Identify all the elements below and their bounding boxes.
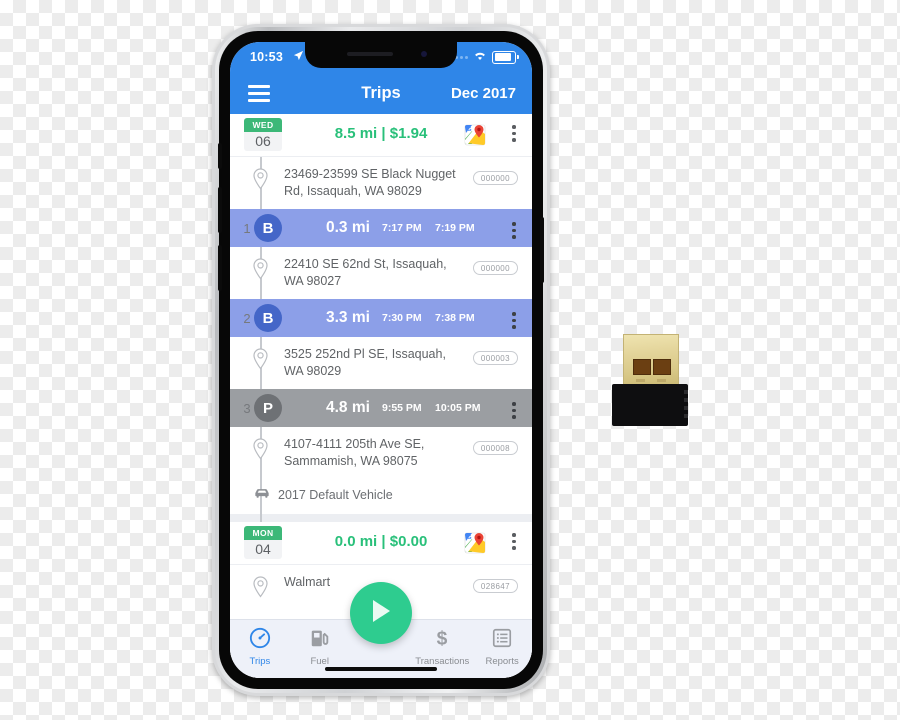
address-text: 22410 SE 62nd St, Issaquah, WA 98027 <box>284 257 447 288</box>
trip-type-badge[interactable]: B <box>254 304 282 332</box>
home-indicator[interactable] <box>325 667 437 671</box>
address-text: 23469-23599 SE Black Nugget Rd, Issaquah… <box>284 167 456 198</box>
trip-row[interactable]: 3 P 4.8 mi 9:55 PM 10:05 PM <box>230 389 532 427</box>
play-icon <box>368 597 394 630</box>
day-kebab-menu-icon[interactable] <box>512 125 516 142</box>
trip-kebab-menu-icon[interactable] <box>512 312 516 329</box>
silent-switch[interactable] <box>218 143 222 169</box>
trip-distance: 0.3 mi <box>326 219 370 236</box>
tab-fuel[interactable]: Fuel <box>290 620 350 667</box>
trip-end-time: 7:19 PM <box>435 222 475 234</box>
address-row-stop-2[interactable]: 3525 252nd Pl SE, Issaquah, WA 98029 000… <box>230 337 532 389</box>
location-pin-icon <box>252 168 269 190</box>
odometer-pill: 028647 <box>472 579 518 593</box>
usb-dongle <box>612 334 688 426</box>
start-trip-fab[interactable] <box>350 582 412 644</box>
car-icon <box>254 486 270 504</box>
front-camera-icon <box>421 51 427 57</box>
address-text: 3525 252nd Pl SE, Issaquah, WA 98029 <box>284 347 446 378</box>
vehicle-row[interactable]: 2017 Default Vehicle <box>230 479 532 514</box>
usb-contact-slot-left <box>633 359 651 375</box>
tab-trips[interactable]: Trips <box>230 620 290 667</box>
odometer-pill: 000000 <box>472 261 518 275</box>
svg-text:G: G <box>467 127 471 133</box>
svg-text:$: $ <box>437 628 448 649</box>
day-summary: 0.0 mi | $0.00 <box>334 533 428 550</box>
vehicle-name: 2017 Default Vehicle <box>278 488 393 502</box>
usb-plastic-body <box>612 384 688 426</box>
trip-distance: 4.8 mi <box>326 399 370 416</box>
location-pin-icon <box>252 258 269 280</box>
tab-label: Transactions <box>415 656 470 667</box>
tab-label: Reports <box>485 656 519 667</box>
trip-end-time: 10:05 PM <box>435 402 481 414</box>
status-icons <box>450 50 519 64</box>
location-pin-icon <box>252 438 269 460</box>
location-pin-icon <box>252 576 269 598</box>
tab-transactions[interactable]: $ Transactions <box>412 620 472 667</box>
dollar-sign-icon: $ <box>431 628 453 653</box>
address-row-stop-1[interactable]: 22410 SE 62nd St, Issaquah, WA 98027 000… <box>230 247 532 299</box>
tab-label: Fuel <box>310 656 329 667</box>
tab-reports[interactable]: Reports <box>472 620 532 667</box>
trip-index: 1 <box>243 220 251 236</box>
trip-distance: 3.3 mi <box>326 309 370 326</box>
address-row-stop-3[interactable]: 4107-4111 205th Ave SE, Sammamish, WA 98… <box>230 427 532 479</box>
trip-type-badge[interactable]: P <box>254 394 282 422</box>
address-text: 4107-4111 205th Ave SE, Sammamish, WA 98… <box>284 437 425 468</box>
usb-contact-slot-right <box>653 359 671 375</box>
svg-text:G: G <box>467 535 471 541</box>
address-row-start[interactable]: 23469-23599 SE Black Nugget Rd, Issaquah… <box>230 157 532 209</box>
phone-body: 10:53 Trips Dec 2017 WED 06 8.5 mi | $1.… <box>218 31 544 689</box>
status-clock: 10:53 <box>250 50 283 64</box>
speedometer-icon <box>249 627 271 653</box>
notch <box>305 42 457 68</box>
trip-start-time: 7:30 PM <box>382 312 422 324</box>
iphone-device: 10:53 Trips Dec 2017 WED 06 8.5 mi | $1.… <box>212 24 550 696</box>
power-button[interactable] <box>540 217 544 283</box>
usb-tab-right <box>657 379 666 382</box>
day-header-wed-06[interactable]: WED 06 8.5 mi | $1.94 G <box>230 114 532 157</box>
day-kebab-menu-icon[interactable] <box>512 533 516 550</box>
trip-start-time: 7:17 PM <box>382 222 422 234</box>
volume-up-button[interactable] <box>218 187 222 233</box>
location-pin-icon <box>252 348 269 370</box>
usb-connector-metal <box>623 334 679 388</box>
earpiece-speaker <box>347 52 393 56</box>
trip-kebab-menu-icon[interactable] <box>512 222 516 239</box>
trip-kebab-menu-icon[interactable] <box>512 402 516 419</box>
odometer-pill: 000000 <box>472 171 518 185</box>
trip-type-badge[interactable]: B <box>254 214 282 242</box>
trip-row[interactable]: 1 B 0.3 mi 7:17 PM 7:19 PM <box>230 209 532 247</box>
fuel-pump-icon <box>309 630 331 653</box>
volume-down-button[interactable] <box>218 245 222 291</box>
trip-end-time: 7:38 PM <box>435 312 475 324</box>
usb-tab-left <box>636 379 645 382</box>
section-separator <box>230 514 532 522</box>
odometer-pill: 000003 <box>472 351 518 365</box>
trip-row[interactable]: 2 B 3.3 mi 7:30 PM 7:38 PM <box>230 299 532 337</box>
app-nav-bar: Trips Dec 2017 <box>230 73 532 114</box>
odometer-pill: 000008 <box>472 441 518 455</box>
google-maps-icon[interactable]: G <box>464 124 486 146</box>
trip-index: 2 <box>243 310 251 326</box>
battery-icon <box>492 50 519 64</box>
location-arrow-icon <box>293 50 304 64</box>
month-selector[interactable]: Dec 2017 <box>451 85 516 102</box>
google-maps-icon[interactable]: G <box>464 532 486 554</box>
day-summary: 8.5 mi | $1.94 <box>334 125 428 142</box>
day-header-mon-04[interactable]: MON 04 0.0 mi | $0.00 G <box>230 522 532 565</box>
trip-start-time: 9:55 PM <box>382 402 422 414</box>
tab-label: Trips <box>249 656 271 667</box>
trip-index: 3 <box>243 400 251 416</box>
list-report-icon <box>491 628 513 653</box>
wifi-icon <box>473 50 487 64</box>
phone-screen: 10:53 Trips Dec 2017 WED 06 8.5 mi | $1.… <box>230 42 532 678</box>
